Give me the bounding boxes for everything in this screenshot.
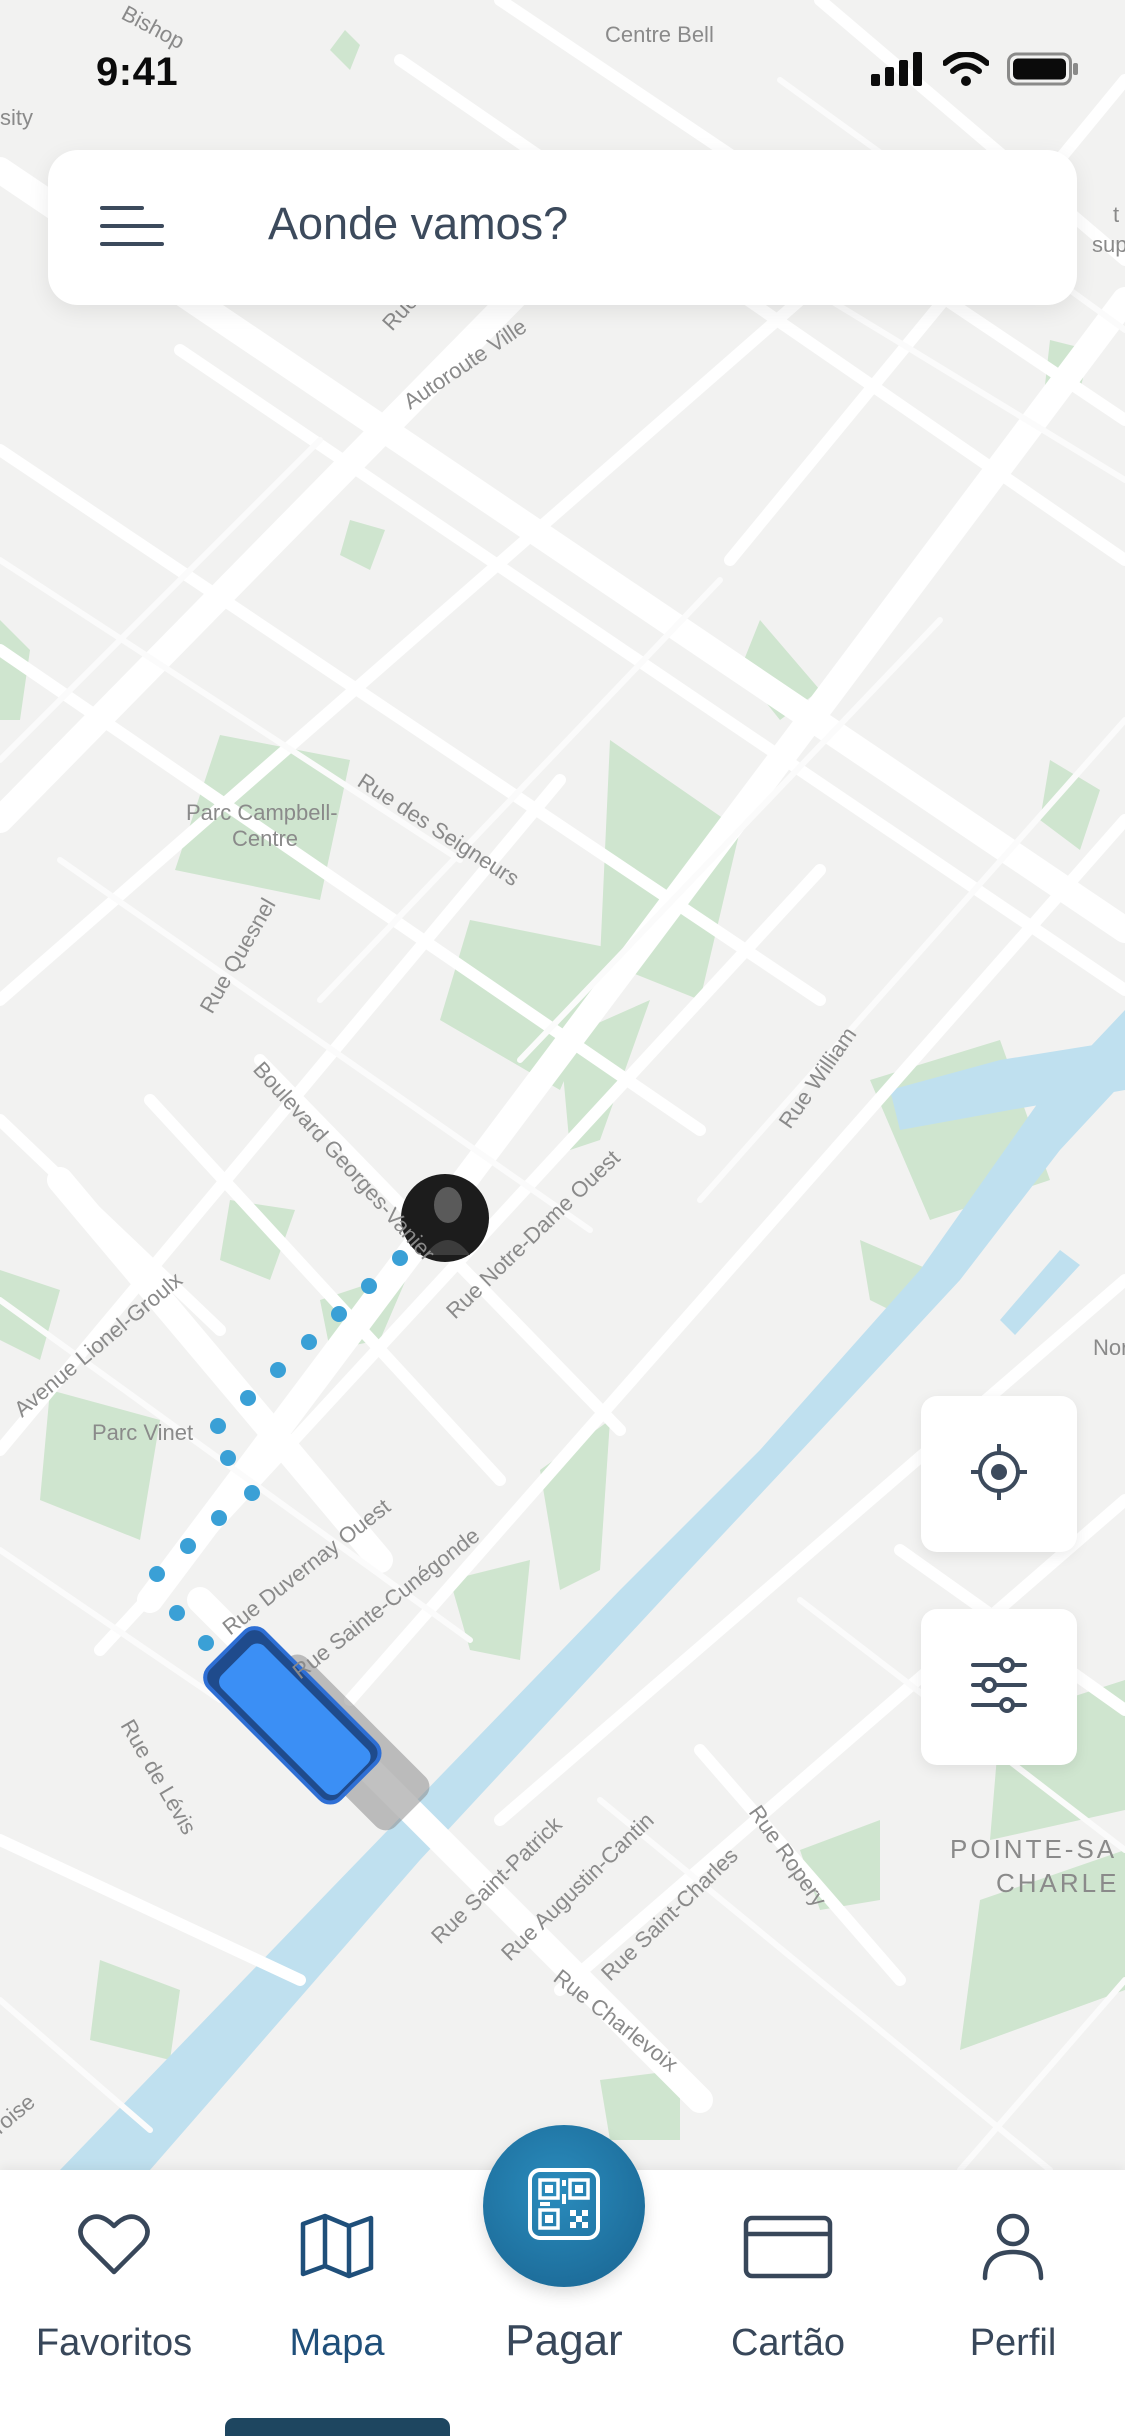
qr-code-icon: [528, 2167, 600, 2245]
heart-icon: [77, 2212, 151, 2283]
tab-card-label: Cartão: [730, 2322, 846, 2364]
home-indicator: [225, 2418, 450, 2436]
map-label: Nor: [1093, 1335, 1125, 1360]
map-label: CHARLE: [996, 1868, 1119, 1898]
map-icon: [299, 2212, 375, 2285]
battery-icon: [1007, 52, 1079, 91]
map-label: Centre: [232, 826, 298, 851]
map-label: Parc Vinet: [92, 1420, 193, 1445]
wifi-icon: [942, 51, 990, 91]
map-label: Parc Campbell-: [186, 800, 338, 825]
cellular-signal-icon: [871, 52, 925, 91]
credit-card-icon: [743, 2212, 833, 2285]
locate-button[interactable]: [921, 1396, 1077, 1552]
crosshair-icon: [969, 1442, 1029, 1507]
user-icon: [981, 2212, 1045, 2287]
map-label: POINTE-SA: [950, 1834, 1117, 1864]
sliders-icon: [969, 1656, 1029, 1718]
pay-button[interactable]: [483, 2125, 645, 2287]
status-bar: 9:41: [0, 0, 1125, 140]
search-bar[interactable]: Aonde vamos?: [48, 150, 1077, 305]
map-label: sup: [1092, 232, 1125, 257]
tab-favorites-label: Favoritos: [35, 2322, 193, 2364]
map-view[interactable]: Bishop Centre Bell sity t sup Rue Autoro…: [0, 0, 1125, 2170]
pay-label: Pagar: [505, 2316, 623, 2365]
status-time: 9:41: [96, 50, 179, 94]
filter-button[interactable]: [921, 1609, 1077, 1765]
tab-profile-label: Perfil: [969, 2322, 1057, 2364]
search-input[interactable]: Aonde vamos?: [268, 198, 568, 250]
map-label: t: [1113, 202, 1119, 227]
tab-map-label: Mapa: [289, 2322, 385, 2364]
menu-icon[interactable]: [100, 202, 164, 254]
